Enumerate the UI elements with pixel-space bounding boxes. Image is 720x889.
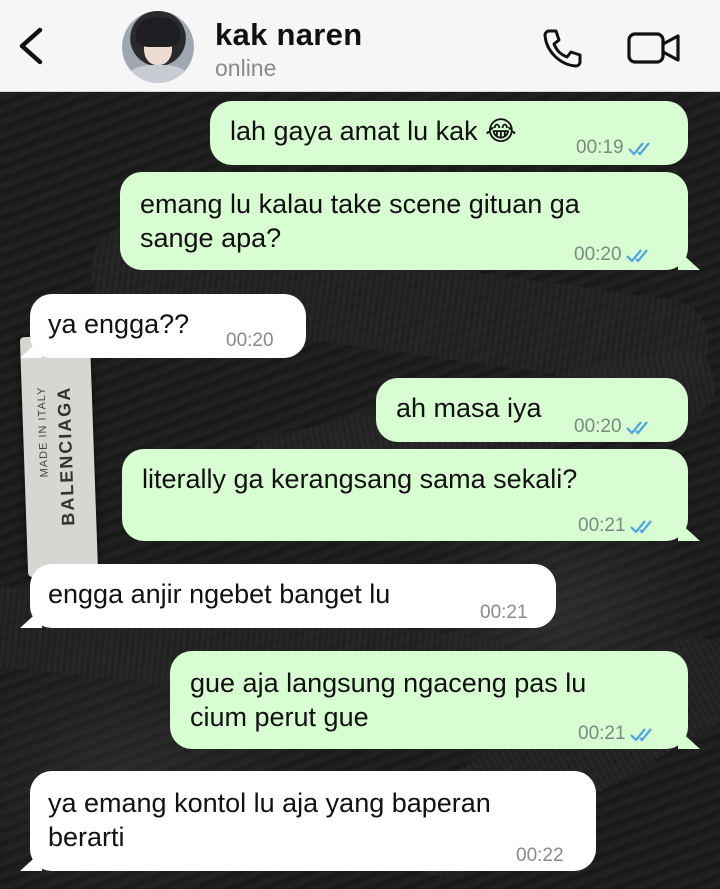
message-bubble-outgoing[interactable]: ah masa iya 00:20 bbox=[376, 378, 688, 442]
double-check-icon bbox=[625, 420, 648, 435]
message-time: 00:21 bbox=[578, 723, 626, 744]
video-camera-icon bbox=[627, 32, 680, 64]
message-time: 00:19 bbox=[576, 137, 624, 158]
message-text: emang lu kalau take scene gituan ga bbox=[140, 189, 580, 219]
message-text: sange apa? bbox=[140, 223, 282, 253]
message-bubble-incoming[interactable]: ya emang kontol lu aja yang baperan bera… bbox=[20, 771, 596, 871]
message-text: literally ga kerangsang sama sekali? bbox=[142, 464, 578, 494]
chat-header: kak naren online bbox=[0, 0, 720, 92]
message-time: 00:21 bbox=[578, 515, 626, 536]
back-button[interactable] bbox=[14, 26, 50, 66]
message-text: cium perut gue bbox=[190, 702, 369, 732]
message-text: engga anjir ngebet banget lu bbox=[48, 579, 391, 609]
video-call-button[interactable] bbox=[626, 30, 682, 66]
message-text: ya emang kontol lu aja yang baperan bbox=[48, 788, 491, 818]
message-bubble-incoming[interactable]: engga anjir ngebet banget lu 00:21 bbox=[20, 564, 556, 628]
message-text: ya engga?? bbox=[48, 309, 190, 339]
message-bubble-outgoing[interactable]: literally ga kerangsang sama sekali? 00:… bbox=[122, 449, 700, 541]
message-text: gue aja langsung ngaceng pas lu bbox=[190, 668, 587, 698]
contact-name[interactable]: kak naren bbox=[215, 17, 362, 53]
message-text: lah gaya amat lu kak 😂 bbox=[230, 116, 517, 146]
message-bubble-outgoing[interactable]: emang lu kalau take scene gituan ga sang… bbox=[120, 172, 700, 270]
message-time: 00:20 bbox=[574, 416, 622, 437]
chevron-left-icon bbox=[19, 27, 43, 65]
double-check-icon bbox=[629, 519, 652, 534]
double-check-icon bbox=[629, 727, 652, 742]
voice-call-button[interactable] bbox=[540, 26, 584, 70]
label-brand-text: BALENCIAGA bbox=[53, 385, 79, 527]
contact-status: online bbox=[215, 55, 277, 81]
message-time: 00:22 bbox=[516, 845, 564, 866]
message-text: ah masa iya bbox=[396, 393, 542, 423]
message-text: berarti bbox=[48, 822, 125, 852]
message-bubble-outgoing[interactable]: gue aja langsung ngaceng pas lu cium per… bbox=[170, 651, 700, 749]
message-bubble-incoming[interactable]: ya engga?? 00:20 bbox=[20, 294, 306, 358]
double-check-icon bbox=[627, 141, 650, 156]
message-time: 00:20 bbox=[226, 330, 274, 351]
avatar[interactable] bbox=[122, 11, 194, 83]
clothing-label: BALENCIAGA MADE IN ITALY bbox=[19, 334, 99, 578]
message-time: 00:20 bbox=[574, 244, 622, 265]
message-bubble-outgoing[interactable]: lah gaya amat lu kak 😂 00:19 bbox=[210, 101, 688, 165]
label-sub-text: MADE IN ITALY bbox=[35, 386, 51, 478]
phone-icon bbox=[543, 29, 582, 68]
message-time: 00:21 bbox=[480, 602, 528, 623]
double-check-icon bbox=[625, 248, 648, 263]
